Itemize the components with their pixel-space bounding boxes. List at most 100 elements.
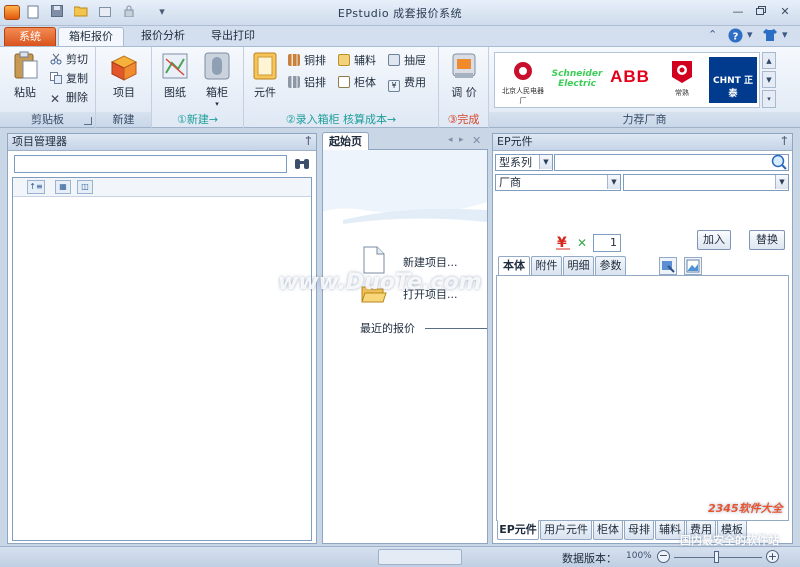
help-icon[interactable]: ? [728,28,743,44]
new-project-file-icon[interactable] [363,246,385,277]
cabinet-dropdown-icon[interactable]: ▾ [200,100,234,108]
gallery-more-icon[interactable]: ▾ [762,90,776,108]
gallery-scroll-up-icon[interactable]: ▲ [762,52,776,69]
vendor-gallery: 北京人民电器厂 Schneider Electric ABB 常熟 CHNT 正… [494,52,760,108]
copy-button[interactable]: 复制 [50,70,88,88]
close-button[interactable]: ✕ [776,5,794,20]
drawing-icon [160,51,190,81]
open-project-folder-icon[interactable] [361,284,387,307]
ep-panel-title: EP元件 [493,134,792,151]
aluminum-bar-icon [288,76,300,88]
project-manager-title: 项目管理器 [8,134,316,151]
vendor-logo-2[interactable]: ABB [605,57,655,103]
copper-bar-button[interactable]: 铜排 [288,52,326,70]
skin-dropdown-icon[interactable]: ▾ [782,28,788,44]
collapse-all-icon[interactable]: ◫ [77,180,93,194]
tab-body[interactable]: 本体 [498,256,530,276]
aux-material-button[interactable]: 辅料 [338,52,376,70]
doc-scroll-right-icon[interactable]: ▸ [459,135,464,145]
ep-pin-icon[interactable]: ϯ [782,135,787,146]
group-components: 元件 铜排 铝排 辅料 柜体 抽屉 ¥ 费用 ②录入箱柜 核算成本→ [244,47,439,128]
tab-system[interactable]: 系统 [4,27,56,47]
tab-cabinet-quote[interactable]: 箱柜报价 [58,27,124,47]
data-version-label: 数据版本： [562,552,617,565]
series-search-icon[interactable] [770,154,788,174]
zoom-slider-thumb[interactable] [714,551,719,563]
fee-button[interactable]: ¥ 费用 [388,74,426,92]
tab-busbar[interactable]: 母排 [624,520,654,540]
vendor-dropdown-icon[interactable]: ▼ [607,175,620,189]
tab-aux-material[interactable]: 辅料 [655,520,685,540]
drawing-button[interactable]: 图纸 [158,51,192,100]
tab-template[interactable]: 模板 [717,520,747,540]
price-icon[interactable]: ¥ [555,234,571,253]
restore-button[interactable] [752,5,770,20]
gallery-scroll-down-icon[interactable]: ▼ [762,71,776,88]
open-project-link[interactable]: 打开项目... [403,286,458,302]
vendor-logo-1[interactable]: Schneider Electric [551,57,603,103]
help-dropdown-icon[interactable]: ▾ [747,28,753,44]
series-select[interactable]: 型系列 ▼ [495,154,553,171]
import-image-icon[interactable] [659,257,677,275]
drawer-button[interactable]: 抽屉 [388,52,426,70]
start-page-swoosh [323,150,487,224]
collapse-ribbon-icon[interactable]: ⌃ [708,28,717,44]
vendor-select[interactable]: 厂商 ▼ [495,174,621,191]
aluminum-bar-button[interactable]: 铝排 [288,74,326,92]
doc-close-icon[interactable]: ✕ [472,134,481,147]
component-detail-area[interactable] [496,275,789,521]
vendor-value-select[interactable] [623,174,789,191]
sort-icon[interactable]: ↑≡ [27,180,45,194]
series-label: 型系列 [499,156,532,169]
clipboard-dialog-launcher-icon[interactable] [84,117,92,125]
series-search-input[interactable] [554,154,789,171]
cabinet-body-button[interactable]: 柜体 [338,74,376,92]
paste-button[interactable]: 粘贴 [8,51,42,100]
project-search-input[interactable] [14,155,287,173]
add-button[interactable]: 加入 [697,230,731,250]
binoculars-icon[interactable] [294,156,310,173]
tab-export-print[interactable]: 导出打印 [200,27,266,47]
new-project-link[interactable]: 新建项目... [403,254,458,270]
aluminum-bar-label: 铝排 [304,76,326,89]
tab-user-component[interactable]: 用户元件 [540,520,592,540]
delete-button[interactable]: ✕ 删除 [50,89,88,107]
yen-icon: ¥ [388,80,400,92]
cut-button[interactable]: 剪切 [50,51,88,69]
tab-start-page[interactable]: 起始页 [322,132,369,150]
vendor-logo-0[interactable]: 北京人民电器厂 [499,57,547,105]
adjust-price-button[interactable]: 调 价 [447,51,481,100]
zoom-out-icon[interactable]: − [657,550,670,563]
step3-label: ③完成 [447,113,480,126]
new-project-button[interactable]: 项目 [107,51,141,100]
tab-fee[interactable]: 费用 [686,520,716,540]
quantity-input[interactable]: 1 [593,234,621,252]
cabinet-button[interactable]: 箱柜 ▾ [200,51,234,108]
scissors-icon [50,53,62,65]
minimize-button[interactable]: — [729,5,747,20]
expand-all-icon[interactable]: ▦ [55,180,71,194]
tab-detail[interactable]: 明细 [563,256,594,276]
vendor-logo-4[interactable]: CHNT 正泰 [709,57,757,103]
project-tree[interactable]: ↑≡ ▦ ◫ [12,177,312,541]
skin-shirt-icon[interactable] [762,28,778,44]
picture-icon[interactable] [684,257,702,275]
tab-ep-component[interactable]: EP元件 [497,520,539,540]
tab-attachment[interactable]: 附件 [531,256,562,276]
clear-icon[interactable]: ✕ [577,236,587,250]
aux-material-icon [338,54,350,66]
component-button[interactable]: 元件 [248,51,282,100]
vendor-logo-3[interactable]: 常熟 [658,57,706,103]
pin-icon[interactable]: ϯ [306,135,311,146]
tab-cabinet-body[interactable]: 柜体 [593,520,623,540]
paste-label: 粘贴 [14,86,36,99]
tab-quote-analysis[interactable]: 报价分析 [130,27,196,47]
status-scroll-thumb[interactable] [378,549,462,565]
doc-scroll-left-icon[interactable]: ◂ [448,135,453,145]
vendor-value-dropdown-icon[interactable]: ▼ [775,175,788,189]
replace-button[interactable]: 替换 [749,230,785,250]
series-dropdown-icon[interactable]: ▼ [539,155,552,169]
tab-params[interactable]: 参数 [595,256,626,276]
drawing-label: 图纸 [164,86,186,99]
zoom-in-icon[interactable]: + [766,550,779,563]
